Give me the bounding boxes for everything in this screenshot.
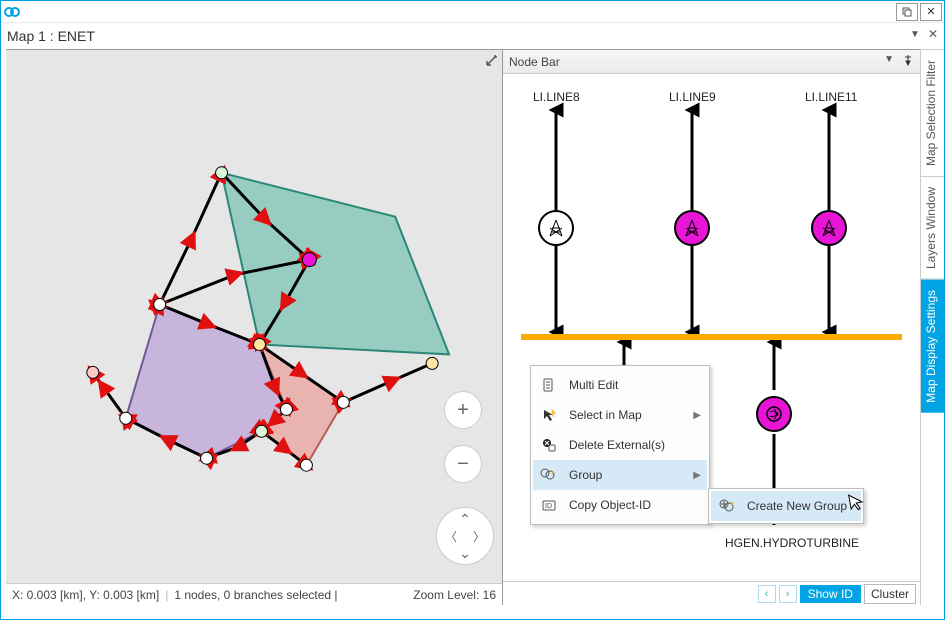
ctx-create-new-group[interactable]: Create New Group [711, 491, 861, 521]
delete-icon [539, 435, 559, 455]
document-icon [539, 375, 559, 395]
window-controls: ✕ [896, 3, 944, 21]
zoom-level-label: Zoom Level: 16 [413, 588, 496, 602]
tab-layers-window[interactable]: Layers Window [921, 176, 944, 279]
id-icon: ID [539, 495, 559, 515]
ctx-copy-object-id[interactable]: ID Copy Object-ID [533, 490, 707, 520]
ctx-delete-externals[interactable]: Delete External(s) [533, 430, 707, 460]
coords-label: X: 0.003 [km], Y: 0.003 [km] [12, 588, 159, 602]
submenu-arrow-icon: ▶ [693, 410, 701, 421]
ctx-group[interactable]: Group ▶ [533, 460, 707, 490]
network-graph[interactable] [6, 50, 502, 583]
prev-button[interactable]: ‹ [758, 585, 776, 603]
app-logo-icon [1, 1, 23, 23]
zoom-in-button[interactable]: + [444, 391, 482, 429]
generator-label: HGEN.HYDROTURBINE [725, 536, 859, 550]
close-button[interactable]: ✕ [920, 3, 942, 21]
cursor-bolt-icon [539, 405, 559, 425]
panel-dropdown-icon[interactable]: ▼ [884, 54, 894, 69]
side-tab-strip: Map Selection Filter Layers Window Map D… [920, 49, 944, 605]
nodebar-header[interactable]: Node Bar ▼ [503, 50, 920, 74]
context-submenu[interactable]: Create New Group [708, 488, 864, 524]
ctx-select-in-map[interactable]: Select in Map ▶ [533, 400, 707, 430]
group-icon [539, 465, 559, 485]
tab-close-icon[interactable]: ✕ [928, 27, 938, 41]
mouse-cursor-icon [846, 491, 865, 513]
pin-icon[interactable] [902, 54, 914, 69]
next-button[interactable]: › [779, 585, 797, 603]
ctx-multi-edit[interactable]: Multi Edit [533, 370, 707, 400]
tab-map-selection-filter[interactable]: Map Selection Filter [921, 49, 944, 176]
nodebar-panel: Node Bar ▼ LI.LINE8 LI.LINE9 LI.LINE11 [503, 49, 920, 605]
document-tab-bar: Map 1 : ENET ▼ ✕ [1, 23, 944, 49]
nodebar-title: Node Bar [509, 55, 560, 69]
tower-node-icon[interactable] [538, 210, 574, 246]
group-plus-icon [717, 496, 737, 516]
nodebar-canvas[interactable]: LI.LINE8 LI.LINE9 LI.LINE11 [503, 74, 920, 581]
tab-map-display-settings[interactable]: Map Display Settings [921, 279, 944, 413]
map-canvas[interactable]: + − ⌃ 〈〉 ⌄ [6, 50, 502, 583]
cluster-button[interactable]: Cluster [864, 584, 916, 604]
map-panel: + − ⌃ 〈〉 ⌄ X: 0.003 [km], Y: 0.003 [km] … [6, 49, 503, 605]
turbine-node-icon[interactable] [756, 396, 792, 432]
show-id-button[interactable]: Show ID [800, 585, 861, 603]
svg-text:ID: ID [545, 503, 552, 510]
document-tab-title[interactable]: Map 1 : ENET [7, 28, 95, 44]
busbar[interactable] [521, 334, 902, 340]
pan-control[interactable]: ⌃ 〈〉 ⌄ [436, 507, 494, 565]
tower-node-icon[interactable] [674, 210, 710, 246]
restore-button[interactable] [896, 3, 918, 21]
submenu-arrow-icon: ▶ [693, 470, 701, 481]
tab-dropdown-icon[interactable]: ▼ [910, 29, 920, 40]
nodebar-footer: ‹ › Show ID Cluster [503, 581, 920, 605]
selection-label: 1 nodes, 0 branches selected | [174, 588, 337, 602]
tower-node-icon[interactable] [811, 210, 847, 246]
map-status-bar: X: 0.003 [km], Y: 0.003 [km] | 1 nodes, … [6, 583, 502, 605]
context-menu[interactable]: Multi Edit Select in Map ▶ Delete Extern… [530, 365, 710, 525]
window-titlebar: ✕ [1, 1, 944, 23]
zoom-out-button[interactable]: − [444, 445, 482, 483]
